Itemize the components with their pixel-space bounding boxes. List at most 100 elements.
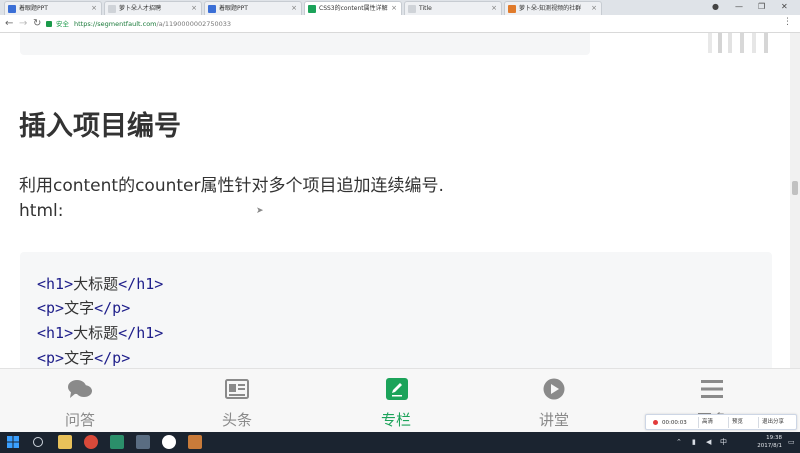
nav-label: 头条	[221, 411, 252, 429]
tab-close-icon[interactable]: ×	[191, 2, 197, 15]
browser-toolbar: ← → ↻ 安全 https://segmentfault.com/a/1190…	[0, 15, 800, 33]
article-page: 插入项目编号 利用content的counter属性针对多个项目追加连续编号. …	[0, 33, 790, 368]
blurred-overlay	[764, 33, 768, 53]
record-dot-icon	[653, 420, 658, 425]
app-icon[interactable]	[136, 435, 150, 449]
nav-item-headlines[interactable]: 头条	[182, 369, 292, 433]
ime-icon[interactable]: 中	[720, 432, 727, 453]
code-text: 大标题	[73, 324, 119, 342]
nav-item-lectures[interactable]: 讲堂	[499, 369, 609, 433]
blurred-overlay	[728, 33, 732, 53]
page-scrollbar[interactable]	[790, 33, 800, 368]
code-open-tag: <h1>	[37, 275, 74, 293]
play-circle-icon	[543, 378, 565, 400]
code-line: <p>文字</p>	[37, 347, 130, 368]
tab-favicon-icon	[408, 5, 416, 13]
code-open-tag: <h1>	[37, 324, 74, 342]
hd-button[interactable]: 高清	[698, 417, 716, 428]
search-icon[interactable]	[33, 437, 43, 447]
code-open-tag: <p>	[37, 349, 65, 367]
tab-favicon-icon	[508, 5, 516, 13]
code-close-tag: </h1>	[118, 275, 164, 293]
taskbar-clock[interactable]: 19:38 2017/8/1	[742, 434, 782, 450]
menu-icon	[701, 380, 723, 398]
browser-menu-icon[interactable]: ⋮	[783, 17, 792, 27]
code-close-tag: </p>	[94, 299, 131, 317]
lock-icon	[46, 21, 52, 27]
code-close-tag: </h1>	[118, 324, 164, 342]
section-paragraph: 利用content的counter属性针对多个项目追加连续编号.	[19, 176, 444, 196]
reload-icon[interactable]: ↻	[33, 17, 41, 31]
preview-button[interactable]: 预览	[728, 417, 746, 428]
network-icon[interactable]: ▮	[692, 432, 696, 453]
tab-title: CSS3的content属性详解	[319, 5, 388, 12]
clock-time: 19:38	[766, 435, 782, 441]
code-line: <h1>大标题</h1>	[37, 322, 163, 343]
browser-tab[interactable]: 萝卜朵人才招聘 ×	[104, 1, 202, 15]
tab-close-icon[interactable]: ×	[491, 2, 497, 15]
mouse-cursor-icon: ➤	[256, 206, 264, 216]
notifications-icon[interactable]: ▭	[788, 432, 795, 453]
app-icon[interactable]	[162, 435, 176, 449]
nav-item-questions[interactable]: 问答	[25, 369, 135, 433]
file-explorer-icon[interactable]	[58, 435, 72, 449]
browser-tab-active[interactable]: CSS3的content属性详解 ×	[304, 1, 402, 15]
nav-label: 讲堂	[538, 411, 569, 429]
tab-title: Title	[419, 5, 432, 12]
url-text: https://segmentfault.com/a/1190000002750…	[74, 17, 231, 31]
nav-label: 问答	[64, 411, 95, 429]
browser-tab-strip: 着眼题PPT × 萝卜朵人才招聘 × 着眼题PPT × CSS3的content…	[0, 0, 800, 15]
browser-tab[interactable]: 着眼题PPT ×	[4, 1, 102, 15]
nav-item-column[interactable]: 专栏	[341, 369, 451, 433]
screen-recorder-widget: 00:00:03 高清 预览 退出分享	[645, 414, 797, 430]
nav-label: 专栏	[380, 411, 411, 429]
chrome-icon[interactable]	[84, 435, 98, 449]
tab-title: 萝卜朵-知测视频的社群	[519, 5, 582, 12]
html-label: html:	[19, 201, 64, 221]
tab-title: 着眼题PPT	[19, 5, 48, 12]
app-icon[interactable]	[110, 435, 124, 449]
stop-sharing-button[interactable]: 退出分享	[758, 417, 787, 428]
tab-close-icon[interactable]: ×	[91, 2, 97, 15]
pencil-square-icon	[386, 378, 408, 400]
browser-tab[interactable]: 萝卜朵-知测视频的社群 ×	[504, 1, 602, 15]
tab-favicon-icon	[108, 5, 116, 13]
blurred-overlay	[740, 33, 744, 53]
tray-arrow-icon[interactable]: ⌃	[676, 432, 682, 453]
restore-icon[interactable]: ❐	[758, 0, 765, 13]
tab-favicon-icon	[8, 5, 16, 13]
code-text: 大标题	[73, 275, 119, 293]
newspaper-icon	[225, 379, 249, 399]
tab-close-icon[interactable]: ×	[391, 2, 397, 15]
tab-favicon-icon	[308, 5, 316, 13]
blurred-overlay	[708, 33, 712, 53]
windows-taskbar: ⌃ ▮ ◀ 中 19:38 2017/8/1 ▭	[0, 432, 800, 453]
back-icon[interactable]: ←	[5, 17, 13, 31]
tab-title: 萝卜朵人才招聘	[119, 5, 162, 12]
volume-icon[interactable]: ◀	[706, 432, 711, 453]
recording-time: 00:00:03	[662, 420, 687, 426]
scrollbar-thumb[interactable]	[792, 181, 798, 195]
forward-icon[interactable]: →	[19, 17, 27, 31]
code-block: <h1>大标题</h1> <p>文字</p> <h1>大标题</h1> <p>文…	[20, 252, 772, 368]
url-host: https://segmentfault.com	[74, 20, 157, 28]
browser-tab[interactable]: Title ×	[404, 1, 502, 15]
section-heading: 插入项目编号	[19, 111, 181, 142]
code-text: 文字	[64, 299, 95, 317]
user-icon[interactable]: ●	[712, 0, 719, 13]
app-icon[interactable]	[188, 435, 202, 449]
minimize-icon[interactable]: —	[735, 0, 743, 13]
tab-close-icon[interactable]: ×	[291, 2, 297, 15]
address-bar[interactable]: 安全 https://segmentfault.com/a/1190000002…	[46, 17, 736, 31]
code-text: 文字	[64, 349, 95, 367]
previous-code-block	[20, 33, 590, 55]
tab-title: 着眼题PPT	[219, 5, 248, 12]
blurred-overlay	[752, 33, 756, 53]
tab-close-icon[interactable]: ×	[591, 2, 597, 15]
code-line: <p>文字</p>	[37, 297, 130, 318]
close-window-icon[interactable]: ✕	[781, 0, 788, 13]
windows-start-icon[interactable]	[6, 435, 20, 449]
code-close-tag: </p>	[94, 349, 131, 367]
browser-tab[interactable]: 着眼题PPT ×	[204, 1, 302, 15]
code-open-tag: <p>	[37, 299, 65, 317]
